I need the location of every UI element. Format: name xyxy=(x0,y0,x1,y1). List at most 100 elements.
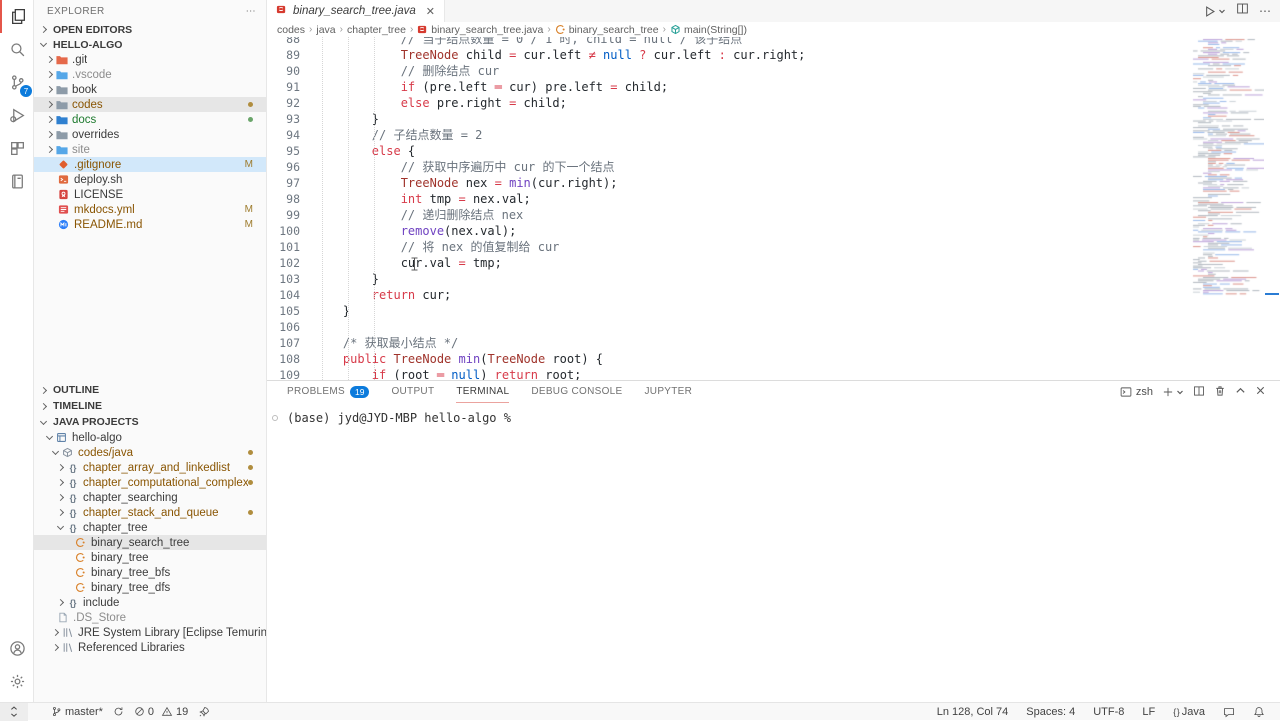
run-button[interactable] xyxy=(1203,5,1226,18)
new-terminal-icon[interactable] xyxy=(1162,386,1184,398)
more-actions-icon[interactable]: ⋯ xyxy=(246,6,256,17)
explorer-icon[interactable] xyxy=(0,0,34,33)
file-tree-item[interactable]: overrides xyxy=(34,127,266,142)
java-tree-item[interactable]: binary_tree_bfs xyxy=(34,565,266,580)
more-actions-icon[interactable]: ⋯ xyxy=(1259,4,1272,18)
java-tree-item[interactable]: { }chapter_tree xyxy=(34,520,266,535)
terminal-prompt[interactable]: (base) jyd@JYD-MBP hello-algo % xyxy=(287,411,511,425)
split-terminal-icon[interactable] xyxy=(1193,385,1205,400)
remote-indicator[interactable] xyxy=(0,703,28,721)
java-tree-item[interactable]: .DS_Store xyxy=(34,610,266,625)
code-line: 106 xyxy=(267,319,1190,335)
folder-icon xyxy=(55,54,68,65)
file-tree-item[interactable]: README.mdM xyxy=(34,217,266,232)
code-line: 92 else pre.right = child; xyxy=(267,95,1190,111)
git-status-badge: M xyxy=(245,204,266,215)
panel-tab-debug-console[interactable]: DEBUG CONSOLE xyxy=(531,381,622,403)
class-icon xyxy=(74,537,87,548)
file-tree-item[interactable]: codes xyxy=(34,97,266,112)
java-tree-item[interactable]: { }include xyxy=(34,595,266,610)
eol-sequence[interactable]: LF xyxy=(1137,703,1160,721)
code-line: 90 // 删除结点 cur xyxy=(267,63,1190,79)
split-editor-icon[interactable] xyxy=(1236,2,1249,20)
chevron-icon xyxy=(57,599,64,606)
java-tree-item[interactable]: { }chapter_stack_and_queue xyxy=(34,505,266,520)
panel-tab-jupyter[interactable]: JUPYTER xyxy=(645,381,693,403)
file-tree-item[interactable]: book xyxy=(34,82,266,97)
java-tree-item[interactable]: { }chapter_searching xyxy=(34,490,266,505)
java-tree-item[interactable]: Referenced Libraries xyxy=(34,640,266,655)
run-and-debug-icon[interactable] xyxy=(0,99,34,132)
settings-gear-icon[interactable] xyxy=(0,665,34,698)
chevron-icon xyxy=(52,448,59,455)
maximize-panel-icon[interactable] xyxy=(1235,385,1246,399)
tab-strip: binary_search_tree.java ✕ xyxy=(267,0,1280,22)
outline-header[interactable]: OUTLINE xyxy=(34,382,266,398)
timeline-header[interactable]: TIMELINE xyxy=(34,398,266,414)
java-tree-item[interactable]: binary_search_tree xyxy=(34,535,266,550)
panel-tab-problems[interactable]: PROBLEMS19 xyxy=(287,381,369,403)
search-icon[interactable] xyxy=(0,33,34,66)
file-tree-item[interactable]: deploy.sh xyxy=(34,172,266,187)
java-tree-item[interactable]: binary_tree xyxy=(34,550,266,565)
terminal-launch-icon[interactable]: zsh xyxy=(1120,386,1153,398)
modified-dot xyxy=(248,510,253,515)
cursor-position[interactable]: Ln 128, Col 74 xyxy=(932,703,1014,721)
panel-tab-output[interactable]: OUTPUT xyxy=(391,381,434,403)
breadcrumb-item[interactable]: binary_search_tree xyxy=(555,24,659,36)
sync-status[interactable] xyxy=(108,703,129,721)
breadcrumb-separator: › xyxy=(663,24,666,35)
code-editor[interactable]: 88 // 当子结点数量 = 0 / 1 时, child = null / 该… xyxy=(267,37,1190,380)
close-icon[interactable]: ✕ xyxy=(426,5,435,18)
chevron-down-icon xyxy=(40,40,47,47)
library-icon xyxy=(61,642,74,653)
git-branch-status[interactable]: master* xyxy=(46,703,108,721)
extensions-icon[interactable] xyxy=(0,132,34,165)
breadcrumb-item[interactable]: binary_search_tree.java xyxy=(417,24,543,36)
class-icon xyxy=(74,552,87,563)
java-tree-item[interactable]: codes/java xyxy=(34,445,266,460)
file-tree-item[interactable]: mkdocs.ymlM xyxy=(34,202,266,217)
minimap[interactable] xyxy=(1190,37,1264,337)
overview-ruler[interactable] xyxy=(1264,22,1280,380)
java-projects-header[interactable]: JAVA PROJECTS xyxy=(34,414,266,430)
tab-binary-search-tree[interactable]: binary_search_tree.java ✕ xyxy=(267,0,445,22)
notifications-bell-icon[interactable] xyxy=(1248,703,1270,721)
panel-tab-terminal[interactable]: TERMINAL xyxy=(456,381,509,403)
indentation[interactable]: Spaces: 4 xyxy=(1021,703,1080,721)
code-line: 95 else { xyxy=(267,143,1190,159)
chevron-icon xyxy=(57,509,64,516)
breadcrumb-item[interactable]: codes xyxy=(277,24,305,36)
explorer-sidebar: EXPLORER ⋯ OPEN EDITORS HELLO-ALGO .git.… xyxy=(34,0,267,702)
file-tree-item[interactable]: docs xyxy=(34,112,266,127)
account-icon[interactable] xyxy=(0,632,34,665)
file-tree-item[interactable]: .git xyxy=(34,52,266,67)
java-tree-item[interactable]: hello-algo xyxy=(34,430,266,445)
close-panel-icon[interactable] xyxy=(1255,385,1266,399)
problems-status[interactable]: 0 19 xyxy=(129,703,193,721)
encoding[interactable]: UTF-8 xyxy=(1088,703,1129,721)
source-control-icon[interactable]: 7 xyxy=(0,66,34,99)
file-tree-item[interactable]: .vscode xyxy=(34,67,266,82)
kill-terminal-icon[interactable] xyxy=(1214,385,1226,400)
breadcrumb-item[interactable]: java xyxy=(316,24,335,36)
file-tree-item[interactable]: site xyxy=(34,142,266,157)
breadcrumb-item[interactable]: main(String[]) xyxy=(670,24,747,36)
file-tree-item[interactable]: LICENSE xyxy=(34,187,266,202)
package-icon: { } xyxy=(66,462,79,473)
workspace-root-header[interactable]: HELLO-ALGO xyxy=(34,37,266,52)
feedback-icon[interactable] xyxy=(1218,703,1240,721)
java-tree-item[interactable]: binary_tree_dfs xyxy=(34,580,266,595)
java-tree-item[interactable]: JRE System Library [Eclipse Temurin 17 [… xyxy=(34,625,266,640)
markdown-file-icon xyxy=(57,219,70,230)
java-tree-item[interactable]: { }chapter_computational_complexity xyxy=(34,475,266,490)
open-editors-header[interactable]: OPEN EDITORS xyxy=(34,22,266,37)
modified-dot xyxy=(248,450,253,455)
rocket-status-icon[interactable] xyxy=(193,703,215,721)
language-mode[interactable]: { } Java xyxy=(1168,703,1210,721)
file-tree-item[interactable]: .gitignoreM xyxy=(34,157,266,172)
breadcrumb-item[interactable]: chapter_tree xyxy=(347,24,406,36)
code-line: 97 TreeNode nex = min(cur.right); xyxy=(267,175,1190,191)
notebook-icon[interactable] xyxy=(0,165,34,198)
java-tree-item[interactable]: { }chapter_array_and_linkedlist xyxy=(34,460,266,475)
